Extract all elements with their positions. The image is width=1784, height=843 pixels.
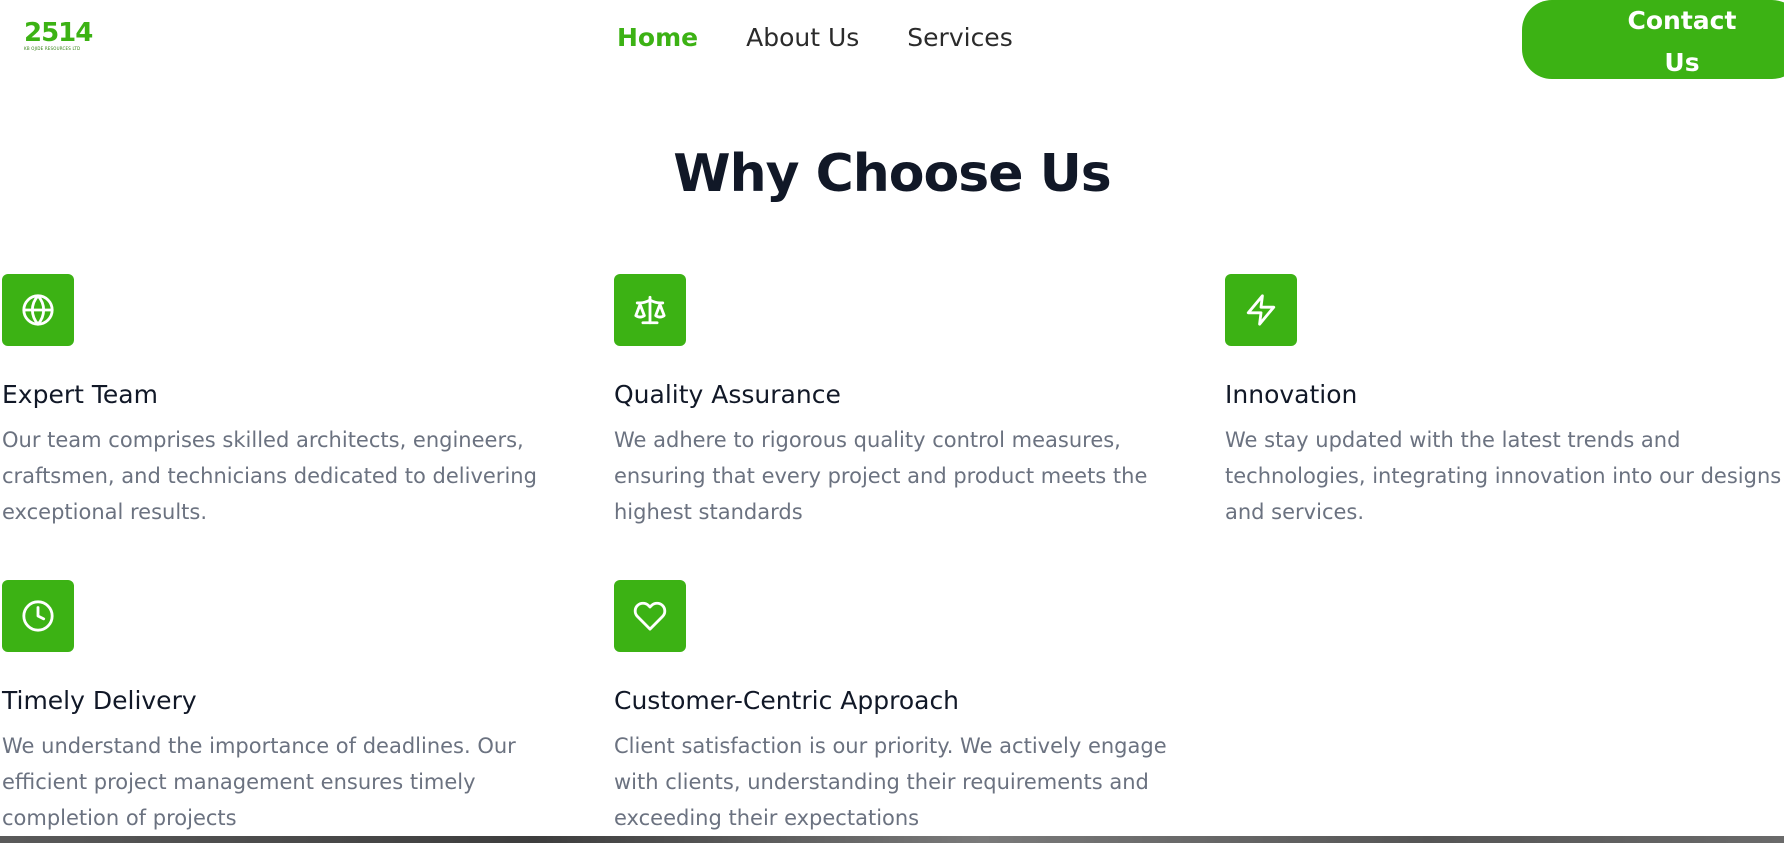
next-section-image-edge <box>0 836 1784 843</box>
lightning-icon <box>1225 274 1297 346</box>
feature-card-customer-centric-approach: Customer-Centric Approach Client satisfa… <box>614 580 1184 836</box>
feature-card-expert-team: Expert Team Our team comprises skilled a… <box>2 274 562 530</box>
main-nav: Home About Us Services <box>617 22 1013 54</box>
site-logo[interactable]: 2514 KB OJIDE RESOURCES LTD <box>24 20 94 56</box>
contact-us-button[interactable]: Contact Us <box>1522 0 1784 79</box>
feature-description: We understand the importance of deadline… <box>2 734 516 830</box>
nav-link-services[interactable]: Services <box>907 22 1012 54</box>
feature-title: Timely Delivery <box>2 686 197 715</box>
nav-link-about-us[interactable]: About Us <box>746 22 859 54</box>
feature-description: Client satisfaction is our priority. We … <box>614 734 1167 830</box>
feature-card-quality-assurance: Quality Assurance We adhere to rigorous … <box>614 274 1184 530</box>
heart-icon <box>614 580 686 652</box>
scale-icon <box>614 274 686 346</box>
feature-title: Quality Assurance <box>614 380 841 409</box>
contact-us-button-line2: Us <box>1664 48 1700 77</box>
feature-title: Customer-Centric Approach <box>614 686 960 715</box>
contact-us-button-line1: Contact <box>1627 6 1737 35</box>
site-header: 2514 KB OJIDE RESOURCES LTD Home About U… <box>0 0 1784 80</box>
feature-description: We stay updated with the latest trends a… <box>1225 428 1782 524</box>
feature-card-timely-delivery: Timely Delivery We understand the import… <box>2 580 562 836</box>
section-title: Why Choose Us <box>673 144 1112 204</box>
feature-card-innovation: Innovation We stay updated with the late… <box>1225 274 1784 530</box>
clock-icon <box>2 580 74 652</box>
logo-mark: 2514 <box>24 18 93 48</box>
feature-title: Expert Team <box>2 380 158 409</box>
feature-title: Innovation <box>1225 380 1358 409</box>
feature-description: We adhere to rigorous quality control me… <box>614 428 1148 524</box>
feature-description: Our team comprises skilled architects, e… <box>2 428 537 524</box>
nav-link-home[interactable]: Home <box>617 22 698 54</box>
globe-icon <box>2 274 74 346</box>
